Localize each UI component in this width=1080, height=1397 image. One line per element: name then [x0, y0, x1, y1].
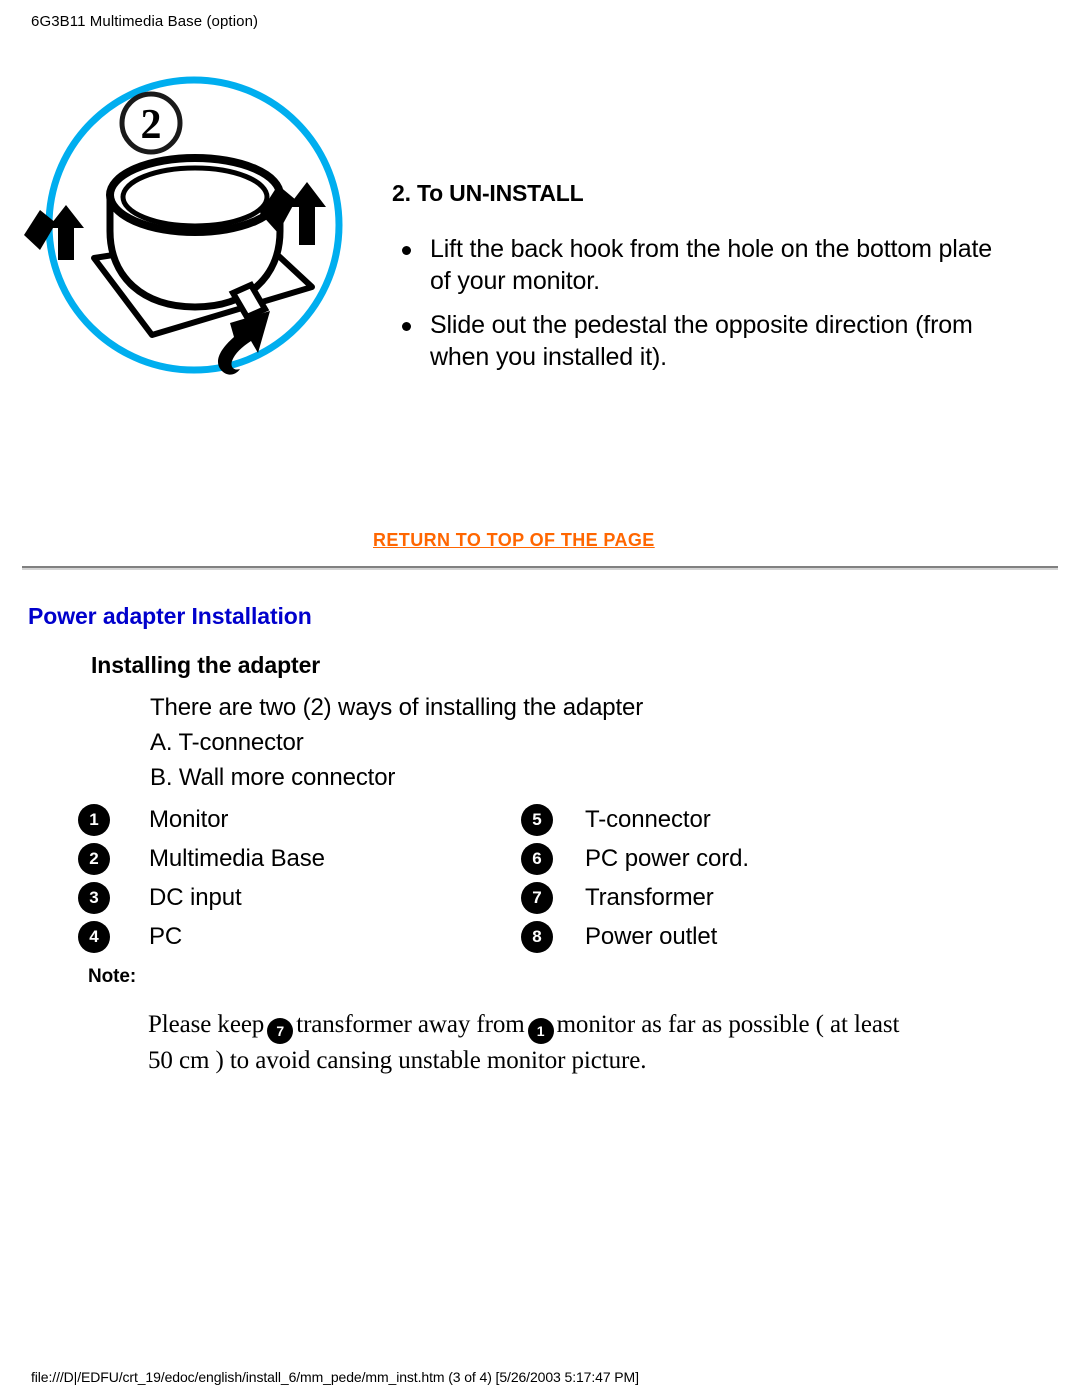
intro-line: A. T-connector: [150, 729, 304, 756]
number-badge-icon: 5: [521, 803, 553, 836]
list-item: 6 PC power cord.: [521, 839, 749, 878]
bullet-dot-icon: [402, 322, 411, 331]
note-label: Note:: [88, 966, 137, 987]
intro-line: B. Wall more connector: [150, 764, 396, 791]
step-bullet-list: Lift the back hook from the hole on the …: [392, 233, 1017, 373]
legend-label: T-connector: [585, 805, 711, 833]
return-to-top-wrapper: RETURN TO TOP OF THE PAGE: [373, 530, 655, 551]
legend-label: PC: [149, 922, 183, 950]
intro-text-block: There are two (2) ways of installing the…: [150, 690, 643, 795]
number-badge-icon: 6: [521, 842, 553, 875]
page-title: Power adapter Installation: [28, 603, 312, 629]
legend-column-right: 5 T-connector 6 PC power cord. 7 Transfo…: [521, 800, 749, 956]
list-item: 2 Multimedia Base: [78, 839, 325, 878]
list-item: 4 PC: [78, 917, 325, 956]
note-text-part: transformer away from: [296, 1011, 525, 1038]
number-badge-icon: 1: [78, 803, 110, 836]
list-item-text: Lift the back hook from the hole on the …: [430, 235, 993, 295]
number-badge-icon: 8: [521, 920, 553, 953]
uninstall-step-block: 2. To UN-INSTALL Lift the back hook from…: [392, 180, 1017, 385]
section-subtitle: Installing the adapter: [91, 652, 321, 678]
list-item: 3 DC input: [78, 878, 325, 917]
legend-label: PC power cord.: [585, 844, 749, 872]
list-item-text: Slide out the pedestal the opposite dire…: [430, 311, 973, 371]
bullet-dot-icon: [402, 246, 411, 255]
number-badge-icon: 7: [267, 1018, 294, 1044]
list-item: 7 Transformer: [521, 878, 749, 917]
page-footer-path: file:///D|/EDFU/crt_19/edoc/english/inst…: [31, 1369, 639, 1385]
legend-column-left: 1 Monitor 2 Multimedia Base 3 DC input 4…: [78, 800, 325, 956]
return-to-top-link[interactable]: RETURN TO TOP OF THE PAGE: [373, 530, 655, 550]
number-badge-icon: 1: [527, 1018, 554, 1044]
list-item: Slide out the pedestal the opposite dire…: [392, 309, 1017, 373]
number-badge-icon: 2: [78, 842, 110, 875]
page-header-title: 6G3B11 Multimedia Base (option): [31, 13, 259, 30]
legend-label: Power outlet: [585, 922, 718, 950]
uninstall-illustration: 2: [22, 45, 367, 390]
list-item: 1 Monitor: [78, 800, 325, 839]
legend-label: DC input: [149, 883, 242, 911]
list-item: 8 Power outlet: [521, 917, 749, 956]
number-badge-icon: 4: [78, 920, 110, 953]
number-badge-icon: 7: [521, 881, 553, 914]
legend-label: Monitor: [149, 805, 229, 833]
list-item: Lift the back hook from the hole on the …: [392, 233, 1017, 297]
step-badge-number: 2: [141, 102, 162, 148]
number-badge-icon: 3: [78, 881, 110, 914]
arrow-curved-icon: [218, 311, 270, 375]
note-text-part: Please keep: [148, 1011, 265, 1038]
legend-label: Multimedia Base: [149, 844, 325, 872]
intro-line: There are two (2) ways of installing the…: [150, 694, 644, 721]
legend-label: Transformer: [585, 883, 714, 911]
note-body: Please keep 7 transformer away from 1 monito…: [148, 1008, 908, 1078]
list-item: 5 T-connector: [521, 800, 749, 839]
step-heading: 2. To UN-INSTALL: [392, 180, 584, 206]
horizontal-divider: [22, 566, 1058, 570]
